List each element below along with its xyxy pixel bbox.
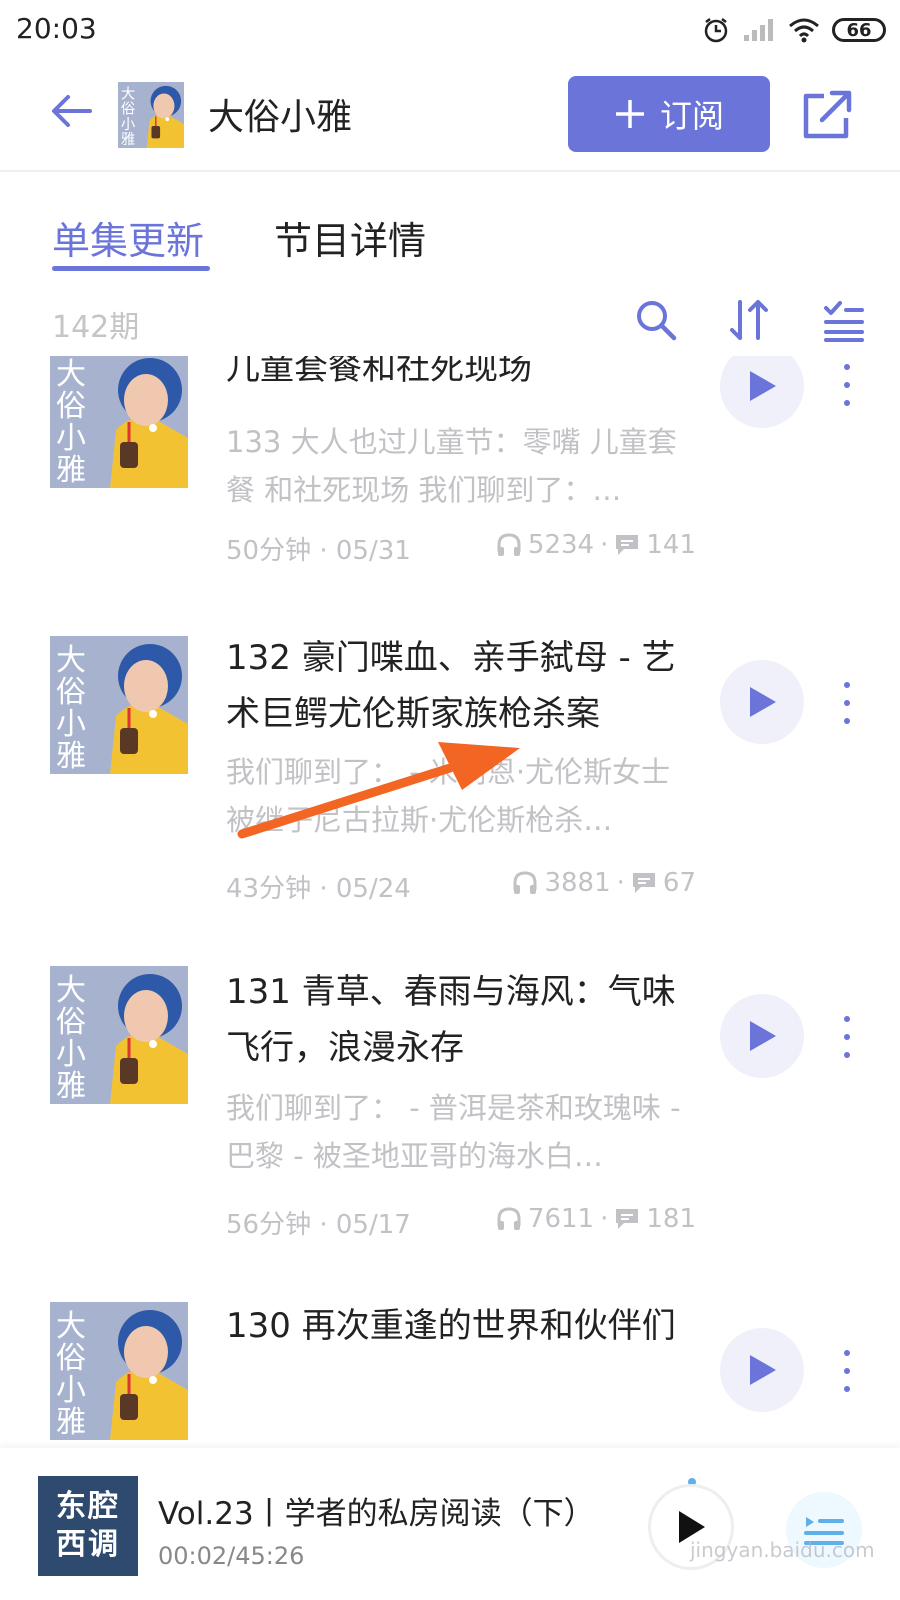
comment-icon — [632, 873, 655, 893]
watermark: jingyan.baidu.com — [690, 1538, 875, 1562]
episode-cover: 大 俗 小 雅 — [50, 1302, 188, 1440]
now-playing-cover: 东腔 西调 — [38, 1476, 138, 1576]
episode-description: 我们聊到了： - 普洱是茶和玫瑰味 - 巴黎 - 被圣地亚哥的海水白… — [226, 1091, 681, 1173]
svg-text:大: 大 — [56, 1309, 86, 1344]
comment-count: 181 — [646, 1204, 696, 1234]
episode-play-button[interactable] — [720, 1328, 804, 1412]
episode-duration-date: 56分钟 · 05/17 — [226, 1210, 411, 1240]
comment-icon — [616, 535, 639, 555]
podcast-cover-thumbnail: 大 俗 小 雅 — [118, 82, 184, 148]
status-icons: 66 — [702, 14, 886, 46]
episode-duration-date: 50分钟 · 05/31 — [226, 536, 411, 566]
svg-text:雅: 雅 — [56, 1405, 86, 1440]
list-item[interactable]: 大 俗 小 雅 131 青草、春雨与海风：气味飞行，浪漫永存 我们聊到了： - … — [0, 960, 900, 1300]
tab-bar: 单集更新 节目详情 — [0, 172, 900, 282]
episode-cover: 大 俗 小 雅 — [50, 966, 188, 1104]
play-count: 7611 — [527, 1204, 595, 1234]
comment-icon — [616, 1209, 639, 1229]
headphones-icon — [497, 533, 521, 556]
episode-title: 130 再次重逢的世界和伙伴们 — [226, 1306, 676, 1346]
share-button[interactable] — [800, 88, 854, 142]
episode-play-button[interactable] — [720, 994, 804, 1078]
episode-cover: 大 俗 小 雅 — [50, 636, 188, 774]
now-playing-title: Vol.23丨学者的私房阅读（下） — [158, 1496, 595, 1532]
episode-more-button[interactable] — [832, 360, 862, 410]
headphones-icon — [513, 871, 537, 894]
podcast-title: 大俗小雅 — [208, 97, 353, 138]
svg-text:大: 大 — [121, 85, 135, 102]
alarm-icon — [704, 18, 728, 43]
episode-duration-date: 43分钟 · 05/24 — [226, 874, 411, 904]
svg-text:大: 大 — [56, 357, 86, 392]
list-item[interactable]: 大 俗 小 雅 132 豪门喋血、亲手弑母 - 艺术巨鳄尤伦斯家族枪杀案 我们聊… — [0, 620, 900, 960]
svg-text:俗: 俗 — [121, 101, 135, 118]
plus-icon — [615, 100, 644, 128]
battery-indicator: 66 — [832, 18, 886, 42]
episode-title: 131 青草、春雨与海风：气味飞行，浪漫永存 — [226, 972, 676, 1068]
play-count: 5234 — [527, 530, 595, 560]
episode-more-button[interactable] — [832, 1346, 862, 1396]
wifi-icon — [789, 18, 819, 43]
play-icon — [750, 687, 776, 717]
tab-details[interactable]: 节目详情 — [274, 210, 426, 265]
svg-text:雅: 雅 — [56, 739, 86, 774]
subscribe-button[interactable]: 订阅 — [568, 76, 770, 152]
play-icon — [750, 1021, 776, 1051]
status-time: 20:03 — [16, 12, 97, 45]
episode-cover: 大 俗 小 雅 — [50, 356, 188, 488]
svg-text:大: 大 — [56, 973, 86, 1008]
svg-text:俗: 俗 — [56, 389, 86, 424]
svg-text:小: 小 — [56, 1037, 86, 1072]
svg-text:小: 小 — [121, 116, 135, 133]
play-count: 3881 — [544, 868, 611, 898]
cellular-signal-icon — [744, 19, 773, 41]
episode-play-button[interactable] — [720, 356, 804, 428]
episode-description: 133 大人也过儿童节：零嘴 儿童套餐 和社死现场 我们聊到了：… — [226, 425, 677, 507]
svg-text:小: 小 — [56, 421, 86, 456]
svg-text:雅: 雅 — [56, 453, 86, 488]
tab-episodes[interactable]: 单集更新 — [52, 210, 204, 265]
svg-text:俗: 俗 — [56, 1005, 86, 1040]
play-icon — [750, 371, 776, 401]
episode-more-button[interactable] — [832, 678, 862, 728]
list-item[interactable]: 大 俗 小 雅 130 再次重逢的世界和伙伴们 — [0, 1296, 900, 1448]
search-icon[interactable] — [634, 298, 678, 342]
episode-list: 大 俗 小 雅 儿童套餐和社死现场 133 大人也过儿童节：零嘴 儿童套餐 和社… — [0, 356, 900, 1448]
mini-player[interactable]: 东腔 西调 Vol.23丨学者的私房阅读（下） 00:02/45:26 jing… — [0, 1448, 900, 1600]
share-external-icon — [803, 90, 852, 139]
episode-play-button[interactable] — [720, 660, 804, 744]
active-tab-indicator — [52, 266, 210, 271]
comment-count: 141 — [646, 530, 696, 560]
svg-text:大: 大 — [56, 643, 86, 678]
podcast-header: 大 俗 小 雅 大俗小雅 订阅 — [0, 62, 900, 172]
sort-order-icon[interactable] — [728, 298, 772, 342]
status-bar: 20:03 66 — [0, 0, 900, 62]
episode-description: 我们聊到了： - 米莉恩·尤伦斯女士被继子尼古拉斯·尤伦斯枪杀… — [226, 755, 671, 837]
headphones-icon — [497, 1207, 521, 1230]
now-playing-time: 00:02/45:26 — [158, 1542, 305, 1570]
play-icon — [750, 1355, 776, 1385]
episode-more-button[interactable] — [832, 1012, 862, 1062]
back-arrow-icon — [52, 95, 92, 127]
episode-count: 142期 — [52, 310, 140, 345]
batch-select-icon[interactable] — [822, 298, 866, 342]
svg-text:雅: 雅 — [56, 1069, 86, 1104]
svg-text:雅: 雅 — [121, 131, 135, 148]
svg-text:小: 小 — [56, 707, 86, 742]
back-button[interactable] — [46, 86, 96, 136]
list-item[interactable]: 大 俗 小 雅 儿童套餐和社死现场 133 大人也过儿童节：零嘴 儿童套餐 和社… — [0, 356, 900, 626]
svg-text:俗: 俗 — [56, 1341, 86, 1376]
comment-count: 67 — [662, 868, 696, 898]
episode-title: 132 豪门喋血、亲手弑母 - 艺术巨鳄尤伦斯家族枪杀案 — [226, 638, 676, 734]
svg-text:小: 小 — [56, 1373, 86, 1408]
episode-title: 儿童套餐和社死现场 — [226, 356, 532, 388]
subscribe-label: 订阅 — [659, 97, 724, 135]
svg-text:俗: 俗 — [56, 675, 86, 710]
